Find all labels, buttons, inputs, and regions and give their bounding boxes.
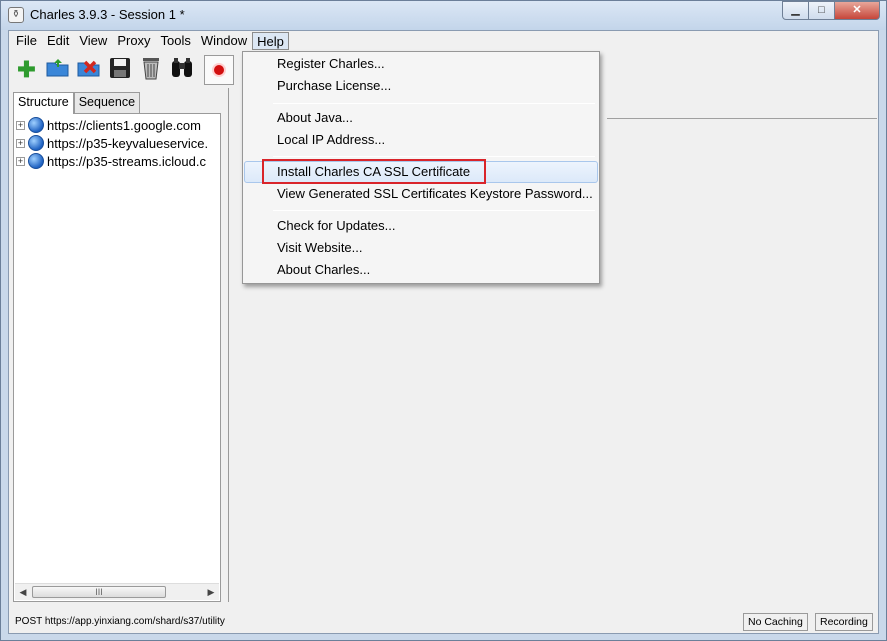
structure-panel: Structure Sequence + https://clients1.go… — [13, 92, 224, 602]
window-title: Charles 3.9.3 - Session 1 * — [30, 7, 185, 22]
find-button[interactable] — [167, 56, 196, 85]
menu-item-purchase-license[interactable]: Purchase License... — [244, 75, 598, 97]
folder-open-icon — [46, 58, 70, 82]
menu-item-about-java[interactable]: About Java... — [244, 107, 598, 129]
menu-item-local-ip[interactable]: Local IP Address... — [244, 129, 598, 151]
horizontal-scrollbar[interactable]: ◀ III ▶ — [15, 583, 219, 600]
scroll-thumb[interactable]: III — [32, 586, 166, 598]
clear-session-button[interactable] — [136, 56, 165, 85]
status-bar: POST https://app.yinxiang.com/shard/s37/… — [9, 610, 878, 633]
tab-structure[interactable]: Structure — [13, 92, 74, 114]
annotation-highlight-box — [262, 159, 486, 184]
close-folder-icon — [77, 58, 101, 82]
menu-bar: File Edit View Proxy Tools Window Help — [9, 31, 878, 51]
tree-row[interactable]: + https://p35-keyvalueservice. — [16, 134, 218, 152]
minimize-button[interactable]: ▁ — [782, 1, 809, 20]
menu-item-about-charles[interactable]: About Charles... — [244, 259, 598, 281]
expand-icon[interactable]: + — [16, 156, 25, 166]
menu-item-view-ssl-keystore-password[interactable]: View Generated SSL Certificates Keystore… — [244, 183, 598, 205]
close-button[interactable]: ✕ — [834, 1, 880, 20]
menu-item-visit-website[interactable]: Visit Website... — [244, 237, 598, 259]
menu-proxy[interactable]: Proxy — [112, 31, 155, 51]
tree-label: https://p35-keyvalueservice. — [47, 135, 209, 151]
globe-icon — [28, 153, 44, 169]
menu-file[interactable]: File — [11, 31, 42, 51]
menu-item-check-updates[interactable]: Check for Updates... — [244, 215, 598, 237]
new-session-button[interactable]: ✚ — [12, 56, 41, 85]
open-session-button[interactable] — [43, 56, 72, 85]
expand-icon[interactable]: + — [16, 120, 25, 130]
status-text: POST https://app.yinxiang.com/shard/s37/… — [15, 616, 225, 627]
save-icon — [109, 57, 131, 83]
tree-label: https://p35-streams.icloud.c — [47, 153, 206, 169]
scroll-left-icon[interactable]: ◀ — [15, 584, 31, 600]
tree-row[interactable]: + https://clients1.google.com — [16, 116, 218, 134]
save-button[interactable] — [105, 56, 134, 85]
divider — [607, 118, 877, 119]
menu-edit[interactable]: Edit — [42, 31, 74, 51]
menu-window[interactable]: Window — [196, 31, 252, 51]
title-bar[interactable]: ⚱ Charles 3.9.3 - Session 1 * ▁ □ ✕ — [1, 1, 886, 30]
menu-help[interactable]: Help — [252, 32, 289, 50]
trash-icon — [140, 56, 162, 84]
menu-view[interactable]: View — [74, 31, 112, 51]
expand-icon[interactable]: + — [16, 138, 25, 148]
maximize-button[interactable]: □ — [808, 1, 835, 20]
no-caching-button[interactable]: No Caching — [743, 613, 808, 631]
host-tree: + https://clients1.google.com + https://… — [13, 113, 221, 602]
close-session-button[interactable] — [74, 56, 103, 85]
menu-separator — [273, 103, 595, 104]
binoculars-icon — [170, 57, 194, 83]
charles-app-icon: ⚱ — [8, 7, 24, 23]
scroll-right-icon[interactable]: ▶ — [203, 584, 219, 600]
charles-window: ⚱ Charles 3.9.3 - Session 1 * ▁ □ ✕ File… — [0, 0, 887, 641]
menu-separator — [273, 156, 595, 157]
new-session-icon: ✚ — [17, 57, 36, 82]
menu-item-register[interactable]: Register Charles... — [244, 53, 598, 75]
record-button[interactable] — [204, 55, 234, 85]
globe-icon — [28, 135, 44, 151]
menu-separator — [273, 210, 595, 211]
tree-label: https://clients1.google.com — [47, 117, 201, 133]
globe-icon — [28, 117, 44, 133]
menu-tools[interactable]: Tools — [156, 31, 196, 51]
recording-button[interactable]: Recording — [815, 613, 873, 631]
tree-row[interactable]: + https://p35-streams.icloud.c — [16, 152, 218, 170]
tab-sequence[interactable]: Sequence — [73, 92, 141, 113]
record-icon — [212, 63, 226, 77]
